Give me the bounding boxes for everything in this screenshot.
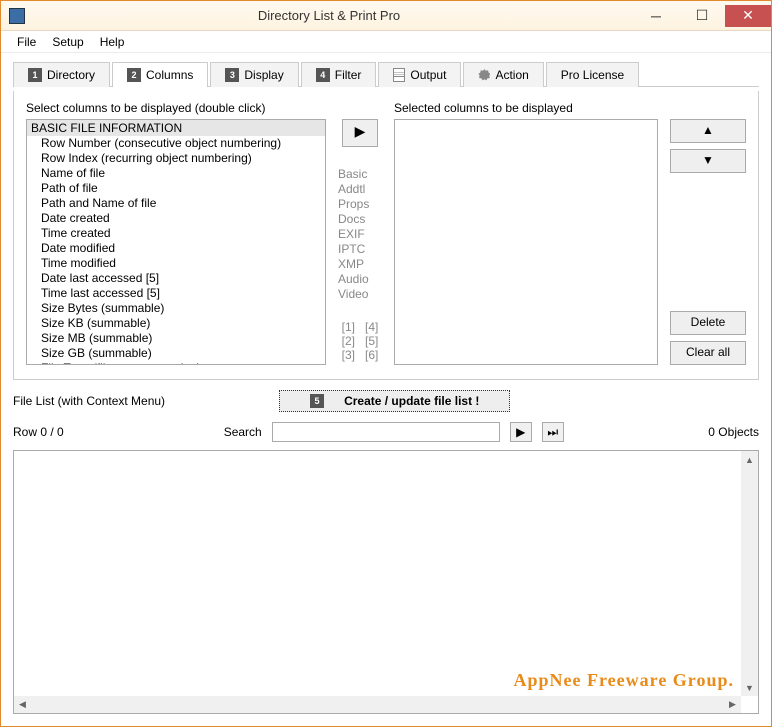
list-item[interactable]: Path and Name of file	[27, 196, 325, 211]
cat-basic: Basic	[338, 167, 382, 182]
add-column-button[interactable]: ▶	[342, 119, 378, 147]
tab-strip: 1Directory 2Columns 3Display 4Filter Out…	[13, 61, 759, 87]
search-last-button[interactable]: ⏭	[542, 422, 564, 442]
window-title: Directory List & Print Pro	[25, 8, 633, 23]
available-label: Select columns to be displayed (double c…	[26, 101, 326, 115]
list-item[interactable]: Row Number (consecutive object numbering…	[27, 136, 325, 151]
create-button-label: Create / update file list !	[344, 394, 479, 408]
cat-iptc: IPTC	[338, 242, 382, 257]
horizontal-scrollbar[interactable]: ◀ ▶	[14, 696, 741, 713]
list-item[interactable]: Path of file	[27, 181, 325, 196]
cat-video: Video	[338, 287, 382, 302]
file-list-area[interactable]: ▲ ▼ ◀ ▶ AppNee Freeware Group.	[13, 450, 759, 714]
tab-display-label: Display	[244, 68, 283, 82]
category-list: Basic Addtl Props Docs EXIF IPTC XMP Aud…	[338, 167, 382, 302]
list-item[interactable]: Size Bytes (summable)	[27, 301, 325, 316]
list-item[interactable]: Row Index (recurring object numbering)	[27, 151, 325, 166]
scroll-right-icon[interactable]: ▶	[724, 696, 741, 713]
clear-all-button[interactable]: Clear all	[670, 341, 746, 365]
app-icon	[9, 8, 25, 24]
maximize-button[interactable]: ☐	[679, 5, 725, 27]
search-input[interactable]	[272, 422, 500, 442]
move-up-button[interactable]: ▲	[670, 119, 746, 143]
tab-display[interactable]: 3Display	[210, 62, 298, 87]
menu-setup[interactable]: Setup	[44, 33, 91, 51]
gear-icon	[478, 69, 490, 81]
list-item[interactable]: Date last accessed [5]	[27, 271, 325, 286]
tab-columns-label: Columns	[146, 68, 193, 82]
tab-action[interactable]: Action	[463, 62, 543, 87]
scroll-left-icon[interactable]: ◀	[14, 696, 31, 713]
selected-label: Selected columns to be displayed	[394, 101, 658, 115]
columns-panel: Select columns to be displayed (double c…	[13, 91, 759, 380]
list-item[interactable]: Size GB (summable)	[27, 346, 325, 361]
tab-filter[interactable]: 4Filter	[301, 62, 377, 87]
menubar: File Setup Help	[1, 31, 771, 53]
tab-pro[interactable]: Pro License	[546, 62, 639, 87]
watermark: AppNee Freeware Group.	[514, 670, 734, 691]
list-item[interactable]: Time last accessed [5]	[27, 286, 325, 301]
list-item[interactable]: Date created	[27, 211, 325, 226]
scroll-up-icon[interactable]: ▲	[741, 451, 758, 468]
tab-directory-label: Directory	[47, 68, 95, 82]
tab-directory[interactable]: 1Directory	[13, 62, 110, 87]
move-down-button[interactable]: ▼	[670, 149, 746, 173]
cat-props: Props	[338, 197, 382, 212]
list-item[interactable]: Name of file	[27, 166, 325, 181]
available-columns-list[interactable]: BASIC FILE INFORMATION Row Number (conse…	[26, 119, 326, 365]
cat-docs: Docs	[338, 212, 382, 227]
row-counter: Row 0 / 0	[13, 425, 64, 439]
search-label: Search	[224, 425, 262, 439]
object-count: 0 Objects	[708, 425, 759, 439]
legend: [1] [2] [3] [4] [5] [6]	[342, 320, 379, 362]
list-item[interactable]: Size MB (summable)	[27, 331, 325, 346]
list-item[interactable]: Size KB (summable)	[27, 316, 325, 331]
minimize-button[interactable]: ─	[633, 5, 679, 27]
menu-help[interactable]: Help	[92, 33, 133, 51]
delete-button[interactable]: Delete	[670, 311, 746, 335]
list-item[interactable]: Time modified	[27, 256, 325, 271]
tab-output[interactable]: Output	[378, 62, 461, 87]
filelist-label: File List (with Context Menu)	[13, 394, 165, 408]
menu-file[interactable]: File	[9, 33, 44, 51]
tab-columns[interactable]: 2Columns	[112, 62, 208, 87]
create-file-list-button[interactable]: 5 Create / update file list !	[279, 390, 510, 412]
list-item[interactable]: File Type (filename extension)	[27, 361, 325, 365]
search-next-button[interactable]: ▶	[510, 422, 532, 442]
page-icon	[393, 68, 405, 82]
cat-xmp: XMP	[338, 257, 382, 272]
group-basic[interactable]: BASIC FILE INFORMATION	[27, 120, 325, 136]
tab-output-label: Output	[410, 68, 446, 82]
scroll-down-icon[interactable]: ▼	[741, 679, 758, 696]
list-item[interactable]: Time created	[27, 226, 325, 241]
titlebar: Directory List & Print Pro ─ ☐ ✕	[1, 1, 771, 31]
tab-pro-label: Pro License	[561, 68, 624, 82]
tab-filter-label: Filter	[335, 68, 362, 82]
tab-action-label: Action	[495, 68, 528, 82]
selected-columns-list[interactable]	[394, 119, 658, 365]
list-item[interactable]: Date modified	[27, 241, 325, 256]
cat-exif: EXIF	[338, 227, 382, 242]
cat-audio: Audio	[338, 272, 382, 287]
cat-addtl: Addtl	[338, 182, 382, 197]
close-button[interactable]: ✕	[725, 5, 771, 27]
vertical-scrollbar[interactable]: ▲ ▼	[741, 451, 758, 696]
